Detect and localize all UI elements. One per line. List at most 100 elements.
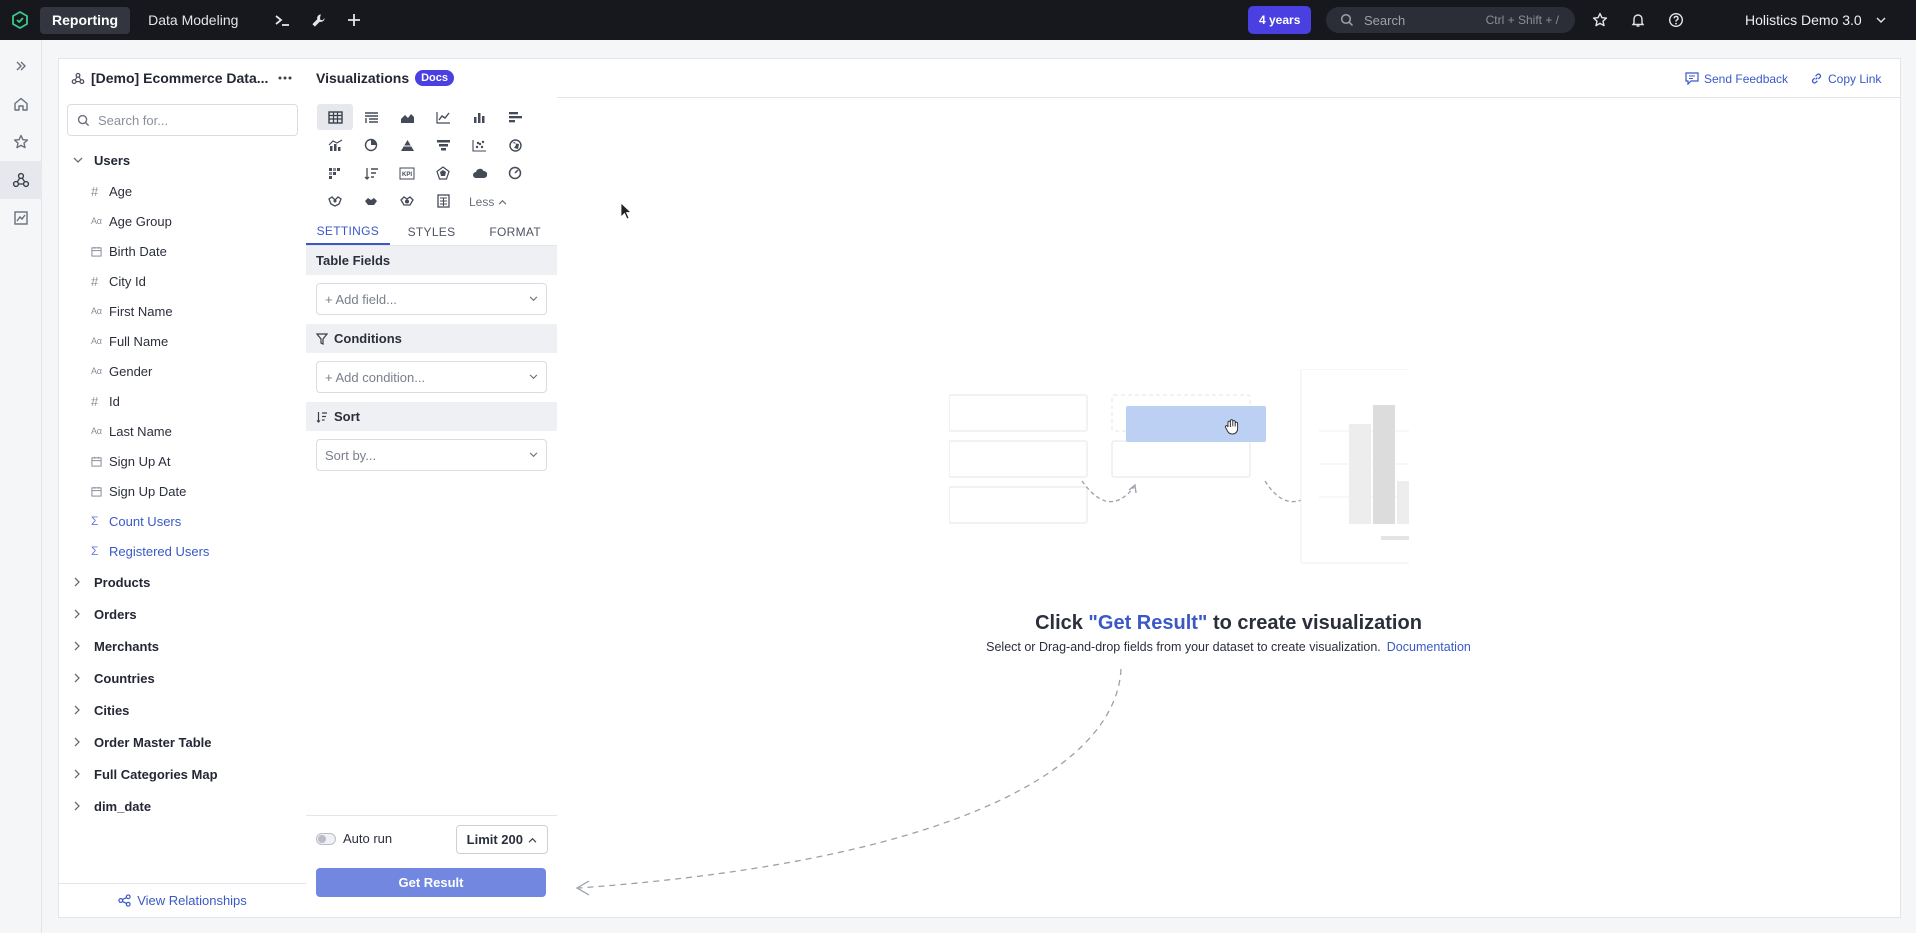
field-item[interactable]: Aα Full Name [59,326,306,356]
add-field-dropdown[interactable]: + Add field... [316,283,547,315]
field-label: Gender [109,363,153,379]
auto-run-toggle[interactable]: Auto run [316,831,392,846]
field-search-input[interactable]: Search for... [67,104,298,136]
model-label: Merchants [94,638,160,654]
model-item[interactable]: Orders [59,598,306,630]
plus-icon[interactable] [336,0,372,40]
column-chart-viz-icon[interactable] [461,104,497,130]
field-item[interactable]: Aα Age Group [59,206,306,236]
line-chart-viz-icon[interactable] [425,104,461,130]
model-item[interactable]: Products [59,566,306,598]
add-condition-placeholder: + Add condition... [325,369,426,385]
sort-chart-viz-icon[interactable] [353,160,389,186]
field-item[interactable]: Sign Up Date [59,476,306,506]
expand-sidebar-icon[interactable] [0,47,42,85]
gauge-chart-viz-icon[interactable] [497,160,533,186]
less-toggle[interactable]: Less [461,188,533,216]
sort-by-dropdown[interactable]: Sort by... [316,439,547,471]
dataset-title[interactable]: [Demo] Ecommerce Data... [91,70,268,86]
field-label: Birth Date [109,243,167,259]
custom-chart-1-viz-icon[interactable] [317,188,353,214]
model-item[interactable]: Order Master Table [59,726,306,758]
tab-format[interactable]: FORMAT [473,218,557,245]
chevron-right-icon [73,737,87,747]
sort-icon [316,411,327,423]
custom-chart-3-viz-icon[interactable] [389,188,425,214]
word-cloud-viz-icon[interactable] [461,160,497,186]
pivot-table-viz-icon[interactable] [353,104,389,130]
field-item[interactable]: Aα First Name [59,296,306,326]
search-icon [77,114,90,126]
chevron-down-icon [529,452,538,458]
bar-chart-viz-icon[interactable] [497,104,533,130]
star-icon[interactable] [1582,0,1618,40]
area-chart-viz-icon[interactable] [389,104,425,130]
model-item[interactable]: Countries [59,662,306,694]
add-condition-dropdown[interactable]: + Add condition... [316,361,547,393]
bell-icon[interactable] [1620,0,1656,40]
more-options-icon[interactable] [278,76,292,80]
model-users[interactable]: Users [59,144,306,176]
help-icon[interactable] [1658,0,1694,40]
field-item[interactable]: # Age [59,176,306,206]
row-limit-select[interactable]: Limit 200 [455,825,548,854]
pivot-calculator-viz-icon[interactable] [425,188,461,214]
field-item[interactable]: Birth Date [59,236,306,266]
get-result-button[interactable]: Get Result [316,868,546,897]
model-label: Order Master Table [94,734,212,750]
favorites-star-icon[interactable] [0,123,42,161]
field-item[interactable]: # City Id [59,266,306,296]
custom-chart-2-viz-icon[interactable] [353,188,389,214]
home-icon[interactable] [0,85,42,123]
date-range-pill[interactable]: 4 years [1248,6,1312,34]
model-item[interactable]: Full Categories Map [59,758,306,790]
field-item[interactable]: Sign Up At [59,446,306,476]
model-item[interactable]: Merchants [59,630,306,662]
field-item[interactable]: # Id [59,386,306,416]
view-relationships-link[interactable]: View Relationships [59,883,306,917]
chevron-right-icon [73,673,87,683]
tab-data-modeling[interactable]: Data Modeling [136,7,250,34]
field-item[interactable]: Σ Registered Users [59,536,306,566]
wrench-icon[interactable] [300,0,336,40]
docs-badge[interactable]: Docs [415,70,455,86]
global-search-input[interactable]: Search Ctrl + Shift + / [1326,7,1575,33]
tab-reporting[interactable]: Reporting [40,6,131,34]
table-viz-icon[interactable] [317,104,353,130]
field-item[interactable]: Aα Last Name [59,416,306,446]
number-type-icon: # [91,393,99,409]
map-viz-icon[interactable] [497,132,533,158]
field-item[interactable]: Σ Count Users [59,506,306,536]
field-label: Age [109,183,133,199]
search-placeholder: Search [1364,12,1406,28]
radar-chart-viz-icon[interactable] [425,160,461,186]
field-item[interactable]: Aα Gender [59,356,306,386]
workspace-switcher[interactable]: Holistics Demo 3.0 [1745,0,1886,40]
workspace-name: Holistics Demo 3.0 [1745,12,1862,28]
kpi-metric-viz-icon[interactable]: KPI [389,160,425,186]
field-label: Id [109,393,120,409]
reports-chart-icon[interactable] [0,199,42,237]
chevron-down-icon [1876,17,1886,23]
tab-settings[interactable]: SETTINGS [306,218,390,245]
dataset-explorer-icon[interactable] [0,161,42,199]
heatmap-viz-icon[interactable] [317,160,353,186]
combination-chart-viz-icon[interactable] [317,132,353,158]
pie-chart-viz-icon[interactable] [353,132,389,158]
terminal-icon[interactable] [264,0,300,40]
auto-run-label: Auto run [343,831,393,846]
toggle-switch[interactable] [316,832,336,845]
dashed-arrow-to-button [575,668,1122,896]
field-search-placeholder: Search for... [98,112,169,128]
pyramid-chart-viz-icon[interactable] [389,132,425,158]
chevron-down-icon [73,156,87,164]
funnel-chart-viz-icon[interactable] [425,132,461,158]
model-item[interactable]: Cities [59,694,306,726]
viz-settings-tabs: SETTINGS STYLES FORMAT [306,218,557,246]
number-type-icon: # [91,183,99,199]
field-label: Sign Up At [109,453,171,469]
tab-styles[interactable]: STYLES [390,218,474,245]
scatter-chart-viz-icon[interactable] [461,132,497,158]
holistics-logo-icon[interactable] [0,0,40,40]
model-item[interactable]: dim_date [59,790,306,822]
